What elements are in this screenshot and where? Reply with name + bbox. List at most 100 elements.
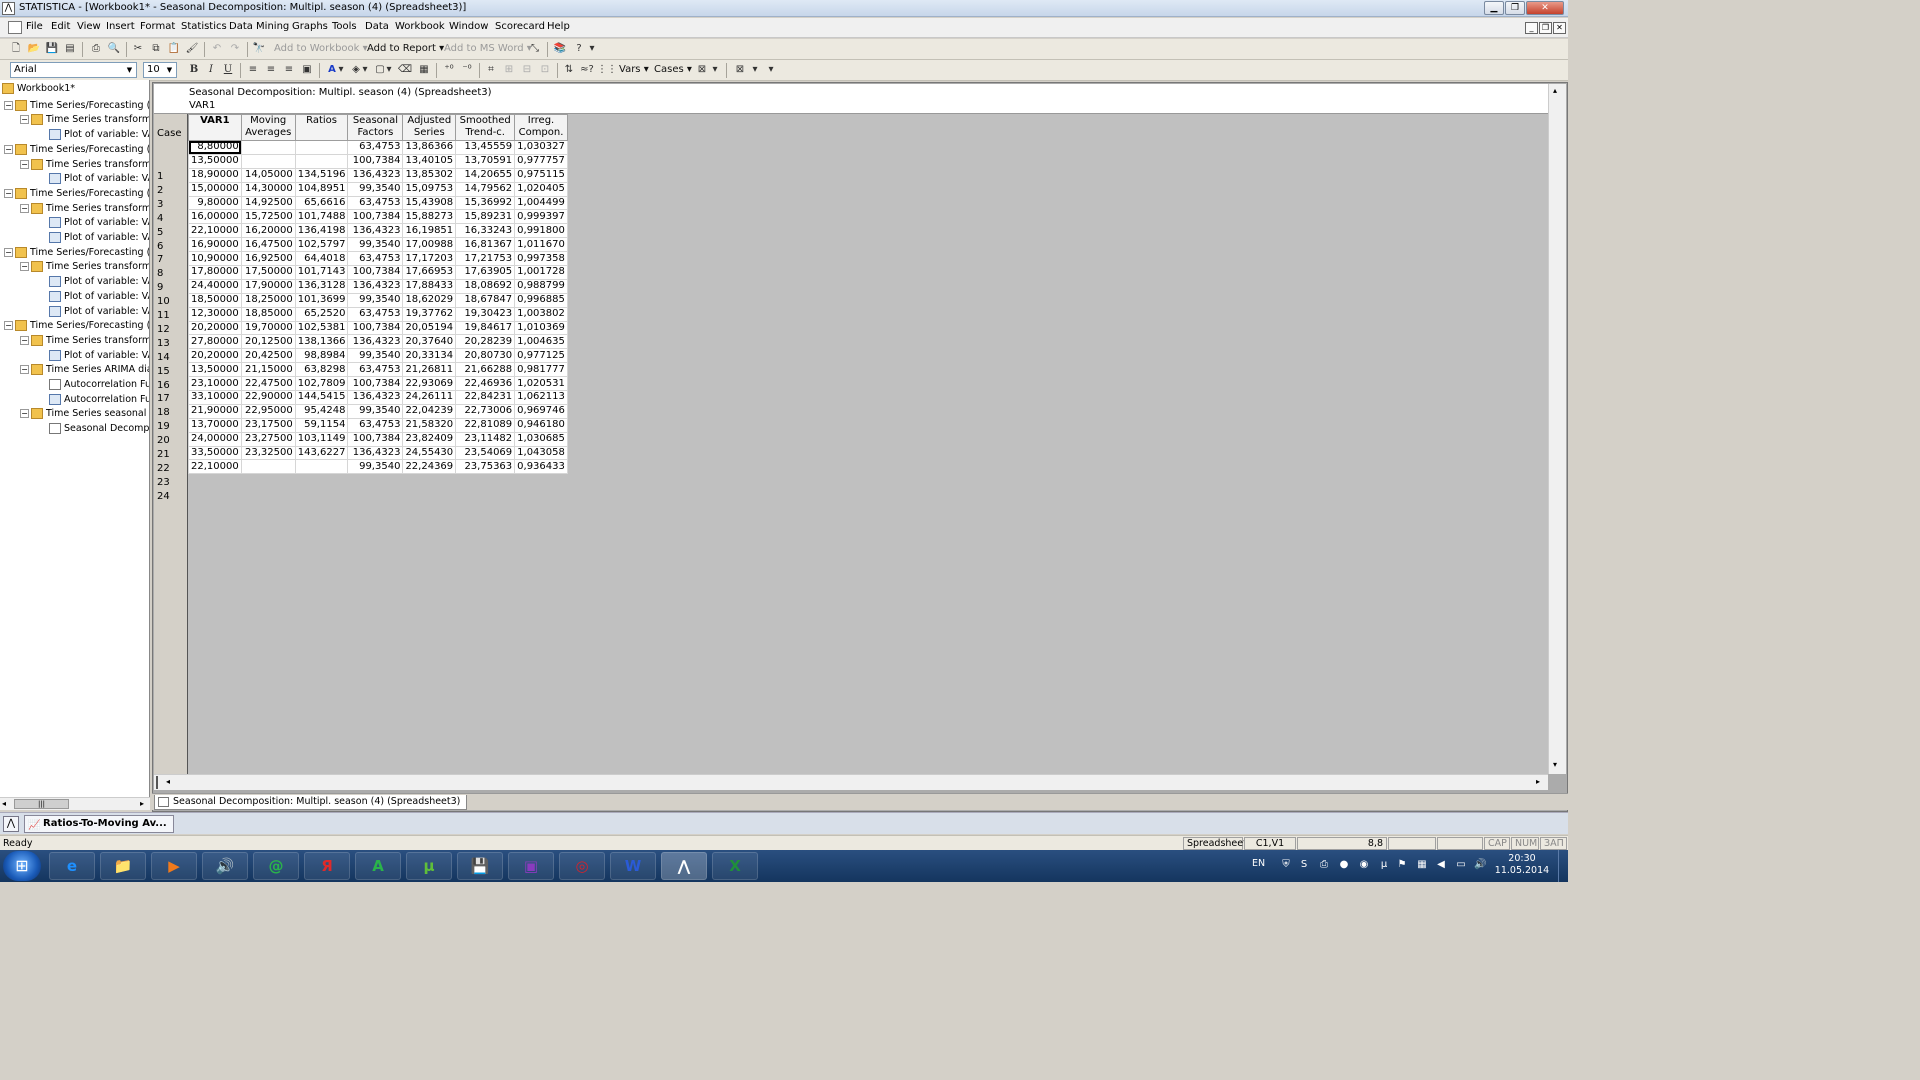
table-row[interactable]: 18,50000 18,25000 101,3699 99,3540 18,62029 1… — [188, 292, 568, 308]
scroll-left-icon[interactable]: ◂ — [166, 777, 170, 786]
table-cell[interactable]: 13,86366 — [402, 140, 457, 155]
table-cell[interactable]: 33,10000 — [188, 390, 242, 405]
table-cell[interactable]: 20,42500 — [240, 348, 296, 364]
table-cell[interactable]: 17,00988 — [402, 237, 457, 253]
table-cell[interactable]: 13,40105 — [402, 153, 457, 169]
language-indicator[interactable]: EN — [1252, 858, 1265, 869]
font-name-combo[interactable]: Arial ▼ — [10, 62, 137, 78]
table-cell[interactable]: 23,27500 — [240, 431, 296, 447]
table-cell[interactable]: 15,88273 — [402, 209, 457, 225]
align-right-icon[interactable]: ≡ — [281, 62, 297, 78]
table-cell[interactable]: 100,7384 — [347, 320, 404, 336]
table-cell[interactable]: 15,00000 — [188, 181, 242, 197]
table-cell[interactable]: 143,6227 — [294, 445, 349, 461]
table-cell[interactable]: 22,47500 — [240, 376, 296, 392]
column-header[interactable]: Adjusted Series — [402, 114, 457, 141]
menu-data-mining[interactable]: Data Mining — [229, 21, 289, 32]
scroll-thumb[interactable]: ||| — [14, 799, 69, 809]
taskbar-utorrent-icon[interactable]: µ — [406, 852, 452, 880]
table-cell[interactable]: 0,996885 — [514, 292, 568, 308]
tree-node[interactable]: Seasonal Decompo — [36, 422, 149, 436]
decrease-decimal-icon[interactable]: ⁻⁰ — [459, 62, 475, 78]
table-cell[interactable]: 21,90000 — [188, 403, 242, 419]
mdi-restore-button[interactable]: ❐ — [1539, 22, 1552, 34]
tree-node[interactable]: Plot of variable: VAI — [36, 290, 149, 304]
table-row[interactable]: 23,10000 22,47500 102,7809 100,7384 22,93069… — [188, 376, 568, 392]
table-cell[interactable]: 0,999397 — [514, 209, 568, 225]
toolbar-options-icon[interactable]: ▾ — [766, 62, 776, 78]
document-system-icon[interactable] — [8, 21, 22, 34]
table-cell[interactable]: 13,50000 — [188, 362, 242, 378]
tree-node[interactable]: − Time Series seasonal de — [20, 407, 149, 421]
table-cell[interactable]: 18,25000 — [240, 292, 296, 308]
table-cell[interactable]: 15,09753 — [402, 181, 457, 197]
column-header[interactable]: VAR1 — [188, 114, 242, 141]
table-cell[interactable]: 136,3128 — [294, 278, 349, 294]
tree-node[interactable]: Workbook1* — [2, 82, 75, 96]
table-cell[interactable]: 1,010369 — [514, 320, 568, 336]
table-cell[interactable]: 104,8951 — [294, 181, 349, 197]
table-cell[interactable]: 17,88433 — [402, 278, 457, 294]
table-cell[interactable]: 0,981777 — [514, 362, 568, 378]
table-cell[interactable]: 100,7384 — [347, 376, 404, 392]
tree-node[interactable]: Plot of variable: VAI — [36, 349, 149, 363]
statistica-icon[interactable]: ⋀ — [3, 816, 19, 832]
table-cell[interactable]: 138,1366 — [294, 334, 349, 350]
table-cell[interactable]: 16,20000 — [240, 223, 296, 239]
column-header[interactable]: Smoothed Trend-c. — [455, 114, 516, 141]
table-cell[interactable]: 16,92500 — [240, 251, 296, 267]
menu-statistics[interactable]: Statistics — [181, 21, 227, 32]
weight-icon[interactable]: ⊠ — [732, 62, 748, 78]
paste-icon[interactable]: 📋 — [166, 41, 182, 57]
help-icon[interactable]: ? — [571, 41, 587, 57]
table-cell[interactable]: 1,030685 — [514, 431, 568, 447]
table-cell[interactable]: 102,5381 — [294, 320, 349, 336]
cases-menu-button[interactable]: Cases ▾ — [654, 64, 692, 75]
table-cell[interactable]: 9,80000 — [188, 195, 242, 211]
collapse-icon[interactable]: − — [4, 144, 13, 154]
vertical-scrollbar[interactable]: ▴ ▾ — [1548, 84, 1566, 774]
print-icon[interactable]: ⎙ — [88, 41, 104, 57]
case-number[interactable]: 24 — [154, 491, 188, 503]
table-cell[interactable]: 16,19851 — [402, 223, 457, 239]
table-row[interactable]: 22,10000 16,20000 136,4198 136,4323 16,19851… — [188, 223, 568, 239]
table-cell[interactable]: 0,969746 — [514, 403, 568, 419]
table-row[interactable]: 22,10000 99,3540 22,24369 23,75363 0,936433 — [188, 459, 568, 475]
split-handle[interactable] — [156, 776, 162, 789]
table-cell[interactable]: 22,84231 — [455, 390, 516, 405]
table-cell[interactable]: 10,90000 — [188, 251, 242, 267]
mdi-close-button[interactable]: ✕ — [1553, 22, 1566, 34]
table-cell[interactable]: 99,3540 — [347, 403, 404, 419]
flag-icon[interactable]: ⚑ — [1396, 859, 1408, 871]
case-number[interactable]: 3 — [154, 199, 188, 211]
copy-icon[interactable]: ⧉ — [148, 41, 164, 57]
table-cell[interactable]: 101,3699 — [294, 292, 349, 308]
case-number[interactable]: 15 — [154, 366, 188, 378]
data-grid[interactable]: VAR1 Moving Averages Ratios Seasonal Factor… — [188, 114, 1548, 774]
new-icon[interactable]: 🗋 — [8, 41, 24, 57]
table-cell[interactable]: 20,28239 — [455, 334, 516, 350]
chevron-down-icon[interactable]: ▾ — [750, 62, 760, 78]
selection-icon[interactable]: ⊠ — [694, 62, 710, 78]
table-cell[interactable]: 22,73006 — [455, 403, 516, 419]
tree-node[interactable]: − Time Series transforma — [20, 334, 149, 348]
table-cell[interactable]: 17,63905 — [455, 265, 516, 280]
table-cell[interactable]: 21,66288 — [455, 362, 516, 378]
table-cell[interactable]: 22,10000 — [188, 459, 242, 475]
copy-cells-icon[interactable]: ⊡ — [537, 62, 553, 78]
collapse-icon[interactable]: − — [20, 335, 29, 345]
table-cell[interactable]: 22,46936 — [455, 376, 516, 392]
table-cell[interactable]: 0,975115 — [514, 167, 568, 183]
delete-icon[interactable]: ⊟ — [519, 62, 535, 78]
table-cell[interactable]: 0,997358 — [514, 251, 568, 267]
table-cell[interactable]: 1,030327 — [514, 140, 568, 155]
table-row[interactable]: 13,70000 23,17500 59,1154 63,4753 21,58320 22… — [188, 417, 568, 433]
minimize-button[interactable]: ▁ — [1484, 1, 1504, 15]
table-cell[interactable]: 136,4323 — [347, 390, 404, 405]
table-cell[interactable]: 13,70000 — [188, 417, 242, 433]
bold-button[interactable]: B — [186, 62, 202, 78]
table-cell[interactable]: 136,4323 — [347, 167, 404, 183]
table-cell[interactable]: 20,12500 — [240, 334, 296, 350]
table-row[interactable]: 16,00000 15,72500 101,7488 100,7384 15,88273… — [188, 209, 568, 225]
table-cell[interactable]: 13,85302 — [402, 167, 457, 183]
